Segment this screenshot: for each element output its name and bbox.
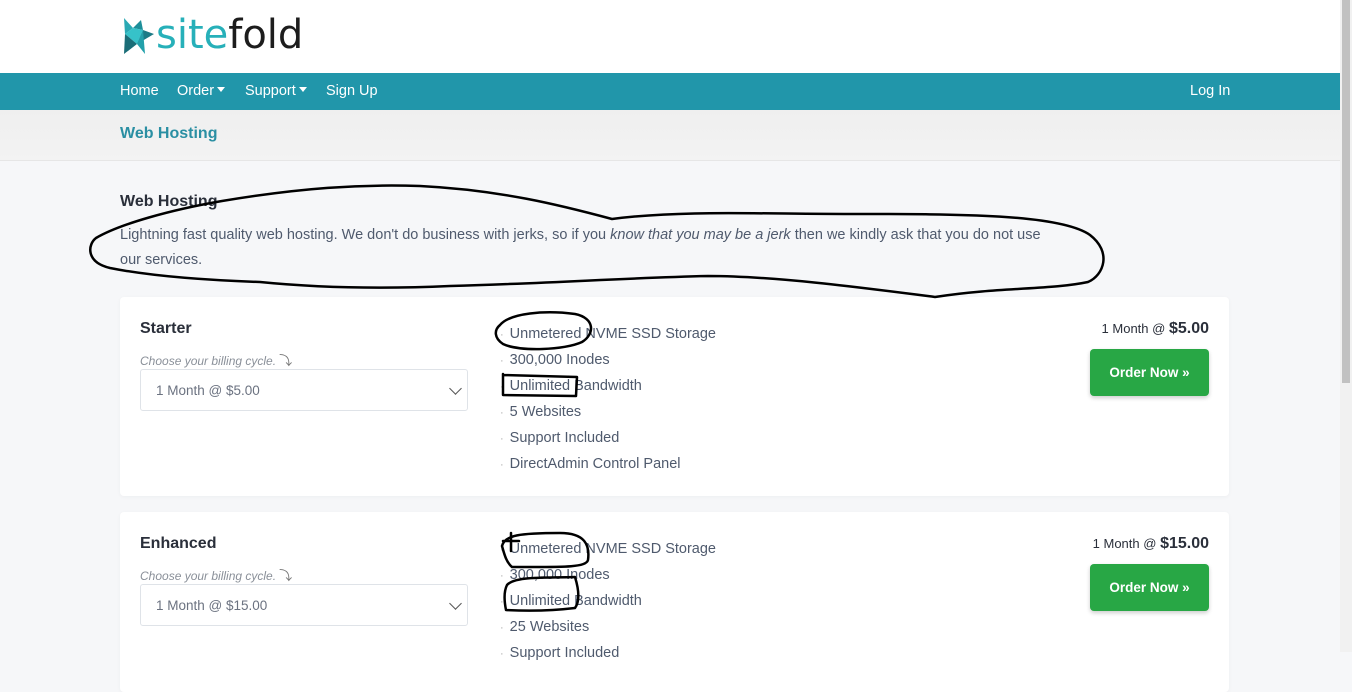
- feature-item: · Unmetered NVME SSD Storage: [500, 541, 716, 557]
- order-now-button[interactable]: Order Now »: [1090, 349, 1209, 396]
- page-header-bar: Web Hosting: [0, 110, 1340, 161]
- billing-cycle-label: Choose your billing cycle. ⤵: [140, 568, 293, 583]
- arrow-down-curved-icon: ⤵: [279, 353, 293, 368]
- nav-sign-up[interactable]: Sign Up: [326, 73, 378, 110]
- arrow-down-curved-icon: ⤵: [279, 568, 293, 583]
- nav-home[interactable]: Home: [120, 73, 159, 110]
- billing-cycle-label: Choose your billing cycle. ⤵: [140, 353, 293, 368]
- scrollbar-thumb[interactable]: [1342, 0, 1350, 383]
- plan-price: 1 Month @ $15.00: [1092, 535, 1209, 552]
- page-title: Web Hosting: [120, 125, 218, 142]
- site-header: sitefold: [0, 0, 1340, 73]
- plan-name: Enhanced: [140, 535, 217, 552]
- feature-item: · Unmetered NVME SSD Storage: [500, 326, 716, 342]
- plan-card-starter: Starter Choose your billing cycle. ⤵ 1 Mo…: [120, 297, 1229, 496]
- feature-item: · 5 Websites: [500, 404, 582, 420]
- plan-card-enhanced: Enhanced Choose your billing cycle. ⤵ 1 M…: [120, 512, 1229, 692]
- brand-name: sitefold: [156, 12, 304, 58]
- feature-list: · Unmetered NVME SSD Storage · 300,000 Ino…: [500, 537, 716, 667]
- chevron-down-icon: [449, 382, 462, 395]
- feature-item: · Unlimited Bandwidth: [500, 593, 642, 609]
- site-logo[interactable]: sitefold: [121, 12, 303, 58]
- section-description: Lightning fast quality web hosting. We d…: [120, 227, 1041, 268]
- feature-item: · 300,000 Inodes: [500, 567, 610, 583]
- main-navbar: Home Order Support Sign Up Log In: [0, 73, 1340, 110]
- nav-order-dropdown[interactable]: Order: [177, 73, 226, 110]
- billing-cycle-select[interactable]: 1 Month @ $15.00: [140, 584, 468, 626]
- plan-price: 1 Month @ $5.00: [1101, 320, 1209, 337]
- plan-name: Starter: [140, 320, 192, 337]
- feature-item: · 300,000 Inodes: [500, 352, 610, 368]
- order-now-button[interactable]: Order Now »: [1090, 564, 1209, 611]
- feature-list: · Unmetered NVME SSD Storage · 300,000 Ino…: [500, 322, 716, 478]
- chevron-down-icon: [449, 597, 462, 610]
- caret-down-icon: [217, 87, 226, 92]
- feature-item: · Support Included: [500, 430, 620, 446]
- nav-log-in[interactable]: Log In: [1190, 73, 1230, 110]
- caret-down-icon: [298, 87, 307, 92]
- nav-support-dropdown[interactable]: Support: [245, 73, 307, 110]
- bird-logo-icon: [124, 18, 154, 54]
- feature-item: · 25 Websites: [500, 619, 590, 635]
- page-scrollbar[interactable]: [1340, 0, 1352, 652]
- feature-item: · DirectAdmin Control Panel: [500, 456, 681, 472]
- billing-cycle-select[interactable]: 1 Month @ $5.00: [140, 369, 468, 411]
- feature-item: · Support Included: [500, 645, 620, 661]
- feature-item: · Unlimited Bandwidth: [500, 378, 642, 394]
- section-title: Web Hosting: [120, 193, 218, 210]
